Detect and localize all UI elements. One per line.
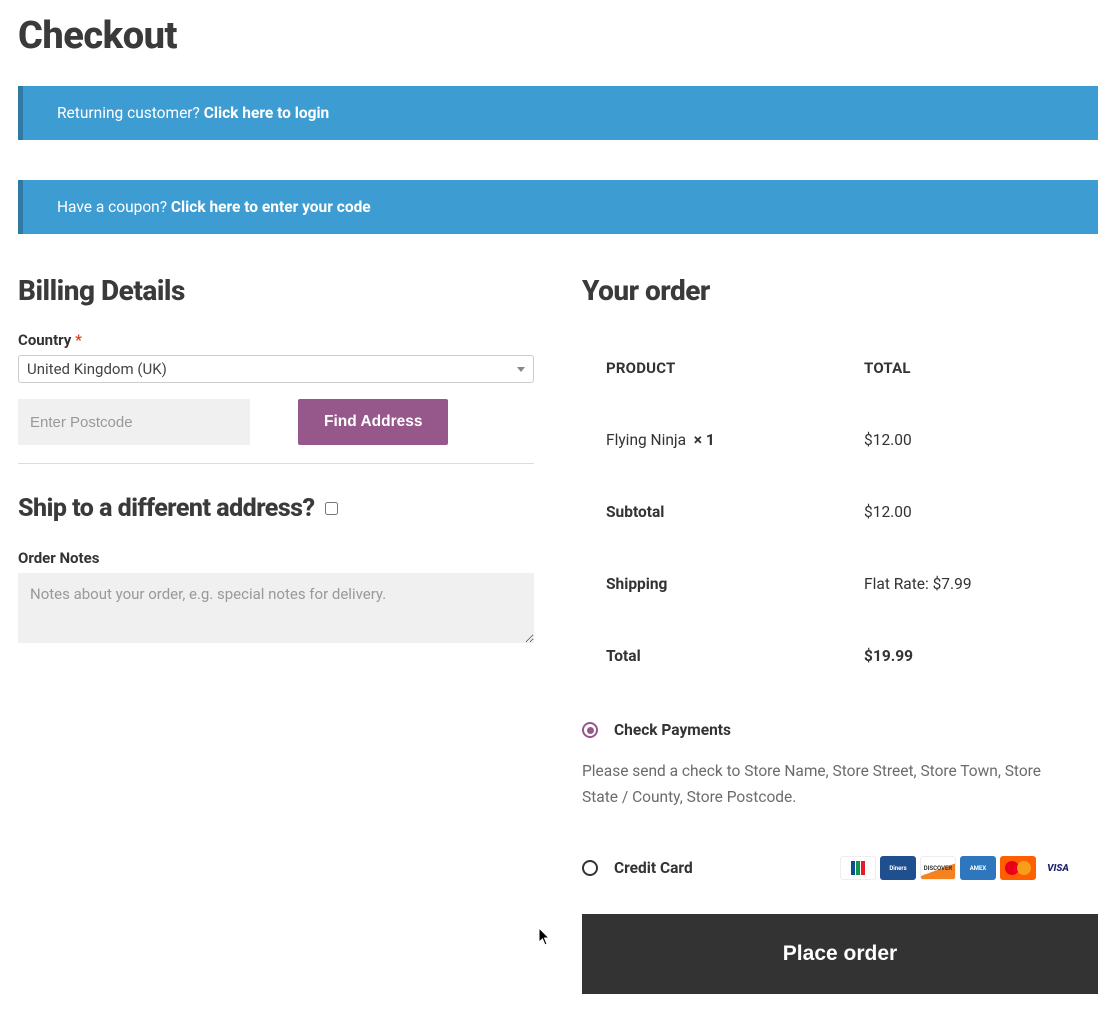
discover-icon: DISCOVER [920, 856, 956, 880]
visa-icon: VISA [1040, 856, 1076, 880]
required-mark: * [75, 331, 82, 349]
table-row: Shipping Flat Rate: $7.99 [584, 549, 1096, 619]
product-name: Flying Ninja [606, 431, 686, 449]
payment-check-label: Check Payments [614, 721, 731, 739]
country-value: United Kingdom (UK) [27, 360, 167, 378]
country-select[interactable]: United Kingdom (UK) [18, 355, 534, 383]
find-address-button[interactable]: Find Address [298, 399, 448, 445]
diners-icon: Diners [880, 856, 916, 880]
radio-icon [582, 722, 598, 738]
subtotal-value: $12.00 [842, 477, 1096, 547]
shipping-label: Shipping [584, 549, 840, 619]
subtotal-label: Subtotal [584, 477, 840, 547]
card-icons: Diners DISCOVER AMEX VISA [840, 856, 1076, 880]
payment-option-credit[interactable]: Credit Card Diners DISCOVER AMEX VISA [582, 830, 1098, 906]
ship-different-heading: Ship to a different address? [18, 494, 315, 523]
page-title: Checkout [18, 14, 1098, 58]
payment-option-check[interactable]: Check Payments [582, 703, 1098, 749]
total-label: Total [584, 621, 840, 691]
order-heading: Your order [582, 274, 1098, 307]
chevron-down-icon [517, 367, 525, 372]
postcode-input[interactable] [18, 399, 250, 445]
jcb-icon [840, 856, 876, 880]
payment-credit-label: Credit Card [614, 859, 693, 877]
billing-heading: Billing Details [18, 274, 534, 307]
amex-icon: AMEX [960, 856, 996, 880]
col-product: PRODUCT [584, 333, 840, 403]
country-label-text: Country [18, 331, 71, 349]
order-notes-label: Order Notes [18, 549, 534, 567]
mastercard-icon [1000, 856, 1036, 880]
notice-text: Returning customer? [57, 104, 204, 122]
table-row: Subtotal $12.00 [584, 477, 1096, 547]
table-row: Total $19.99 [584, 621, 1096, 691]
shipping-value: Flat Rate: $7.99 [842, 549, 1096, 619]
coupon-link[interactable]: Click here to enter your code [171, 198, 371, 216]
product-total: $12.00 [842, 405, 1096, 475]
place-order-button[interactable]: Place order [582, 914, 1098, 994]
coupon-notice: Have a coupon? Click here to enter your … [18, 180, 1098, 234]
total-value: $19.99 [842, 621, 1096, 691]
order-summary-table: PRODUCT TOTAL Flying Ninja × 1 $12.00 Su… [582, 331, 1098, 693]
table-row: Flying Ninja × 1 $12.00 [584, 405, 1096, 475]
col-total: TOTAL [842, 333, 1096, 403]
login-link[interactable]: Click here to login [204, 104, 330, 122]
notice-text: Have a coupon? [57, 198, 171, 216]
radio-icon [582, 860, 598, 876]
returning-customer-notice: Returning customer? Click here to login [18, 86, 1098, 140]
country-label: Country * [18, 331, 534, 349]
product-qty: × 1 [694, 431, 715, 449]
ship-different-checkbox[interactable] [325, 502, 338, 515]
order-notes-input[interactable] [18, 573, 534, 643]
payment-check-description: Please send a check to Store Name, Store… [582, 749, 1098, 830]
